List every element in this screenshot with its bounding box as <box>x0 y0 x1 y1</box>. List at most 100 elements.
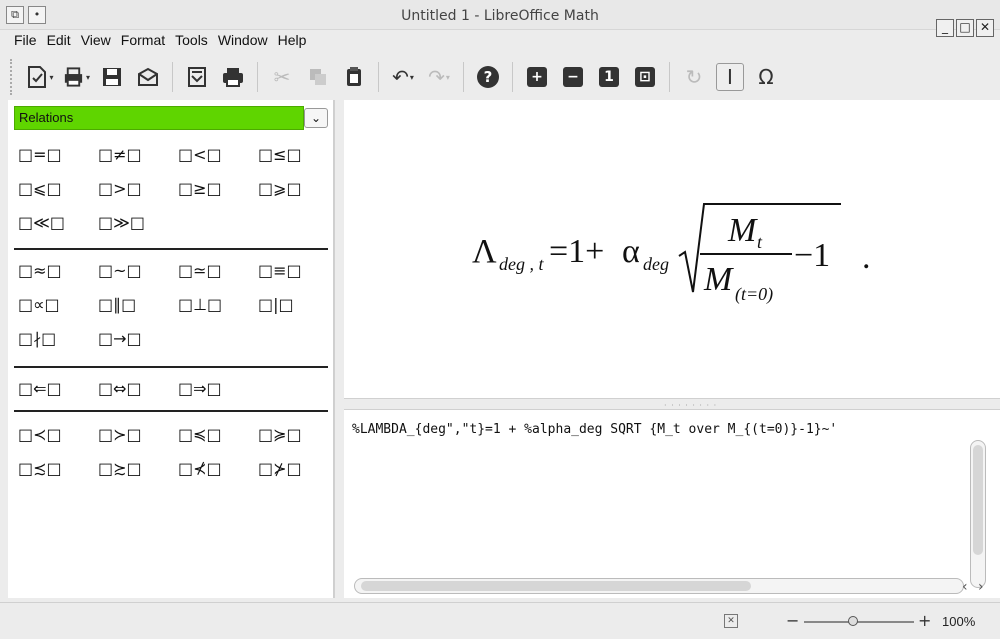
menu-view[interactable]: View <box>77 30 117 52</box>
element-proportional[interactable]: □∝□ <box>18 290 98 318</box>
view-splitter[interactable]: · · · · · · · · <box>344 398 1000 410</box>
paste-icon[interactable] <box>340 63 368 91</box>
formula-numerator: M <box>727 212 758 249</box>
element-double-left-right-arrow[interactable]: □⇔□ <box>98 374 178 402</box>
chevron-down-icon[interactable]: ⌄ <box>304 108 328 128</box>
formula-view[interactable]: Λ deg , t =1+ α deg M t M (t=0) −1 . <box>344 100 1000 398</box>
toolbar-separator <box>172 62 173 92</box>
element-double-left-arrow[interactable]: □⇐□ <box>18 374 98 402</box>
zoom-level[interactable]: 100% <box>942 614 975 629</box>
toolbar-separator <box>512 62 513 92</box>
status-bar: ✕ − + 100% <box>0 602 1000 639</box>
svg-text:?: ? <box>484 68 493 86</box>
panel-splitter[interactable] <box>334 100 344 598</box>
element-much-greater[interactable]: □≫□ <box>98 208 178 236</box>
formula-lambda: Λ <box>472 233 497 270</box>
element-toward[interactable]: □→□ <box>98 324 178 352</box>
element-equal[interactable]: □=□ <box>18 140 98 168</box>
element-not-divides[interactable]: □∤□ <box>18 324 98 352</box>
toolbar-separator <box>378 62 379 92</box>
element-orthogonal[interactable]: □⊥□ <box>178 290 258 318</box>
toolbar-separator <box>669 62 670 92</box>
scroll-left-icon[interactable]: ‹ <box>962 579 968 595</box>
element-precedes-equal[interactable]: □≼□ <box>178 420 258 448</box>
formula-equals-one-plus: =1+ <box>549 233 604 270</box>
menu-help[interactable]: Help <box>274 30 313 52</box>
element-not-equal[interactable]: □≠□ <box>98 140 178 168</box>
menu-format[interactable]: Format <box>117 30 171 52</box>
scrollbar-thumb[interactable] <box>973 445 983 555</box>
command-editor[interactable]: %LAMBDA_{deg","t}=1 + %alpha_deg SQRT {M… <box>344 410 1000 598</box>
zoom-out-button[interactable]: − <box>786 611 799 630</box>
menu-bar: File Edit View Format Tools Window Help <box>0 30 1000 52</box>
print-preview-icon[interactable]: ▾ <box>62 63 90 91</box>
vertical-scrollbar[interactable] <box>970 440 986 588</box>
element-precedes-equivalent[interactable]: □≾□ <box>18 454 98 482</box>
zoom-in-button[interactable]: + <box>918 611 931 630</box>
toolbar-grip[interactable] <box>10 59 16 95</box>
export-pdf-icon[interactable] <box>183 63 211 91</box>
save-icon[interactable] <box>98 63 126 91</box>
window-title: Untitled 1 - LibreOffice Math <box>401 8 599 24</box>
formula-denominator: M <box>703 261 734 298</box>
zoom-out-icon[interactable]: − <box>559 63 587 91</box>
element-equivalent[interactable]: □≡□ <box>258 256 338 284</box>
formula-alpha-subscript: deg <box>643 254 669 274</box>
element-double-right-arrow[interactable]: □⇒□ <box>178 374 258 402</box>
copy-icon[interactable] <box>304 63 332 91</box>
formula-lambda-subscript: deg , t <box>499 254 544 274</box>
scrollbar-thumb[interactable] <box>361 581 751 591</box>
menu-window[interactable]: Window <box>214 30 274 52</box>
toolbar-separator <box>257 62 258 92</box>
zoom-slider[interactable] <box>804 621 914 623</box>
horizontal-scrollbar[interactable] <box>354 578 964 594</box>
formula-trailing-dot: . <box>862 239 871 276</box>
element-similar[interactable]: □~□ <box>98 256 178 284</box>
symbols-icon[interactable]: Ω <box>752 63 780 91</box>
element-less-slant[interactable]: □⩽□ <box>18 174 98 202</box>
group-divider <box>14 410 328 412</box>
element-not-succeeds[interactable]: □⊁□ <box>258 454 338 482</box>
digital-signature-icon[interactable]: ✕ <box>724 614 738 628</box>
show-all-icon[interactable]: ⊡ <box>631 63 659 91</box>
element-greater-equal[interactable]: □≥□ <box>178 174 258 202</box>
menu-edit[interactable]: Edit <box>43 30 77 52</box>
element-similar-equal[interactable]: □≃□ <box>178 256 258 284</box>
element-greater-slant[interactable]: □⩾□ <box>258 174 338 202</box>
group-divider <box>14 366 328 368</box>
print-icon[interactable] <box>219 63 247 91</box>
formula-cursor-icon[interactable]: I <box>716 63 744 91</box>
element-less-equal[interactable]: □≤□ <box>258 140 338 168</box>
zoom-in-icon[interactable]: + <box>523 63 551 91</box>
element-much-less[interactable]: □≪□ <box>18 208 98 236</box>
title-bar: ⧉ • Untitled 1 - LibreOffice Math _ □ ✕ <box>0 0 1000 37</box>
element-succeeds[interactable]: □≻□ <box>98 420 178 448</box>
toolbar-separator <box>463 62 464 92</box>
element-not-precedes[interactable]: □⊀□ <box>178 454 258 482</box>
zoom-slider-handle[interactable] <box>848 616 858 626</box>
formula-render: Λ deg , t =1+ α deg M t M (t=0) −1 . <box>472 203 871 305</box>
new-document-icon[interactable]: ▾ <box>26 63 54 91</box>
scroll-right-icon[interactable]: › <box>978 579 984 595</box>
element-precedes[interactable]: □≺□ <box>18 420 98 448</box>
command-text[interactable]: %LAMBDA_{deg","t}=1 + %alpha_deg SQRT {M… <box>352 422 837 437</box>
zoom-100-icon[interactable]: 1 <box>595 63 623 91</box>
update-icon[interactable]: ↻ <box>680 63 708 91</box>
element-divides[interactable]: □|□ <box>258 290 338 318</box>
menu-tools[interactable]: Tools <box>171 30 214 52</box>
cut-icon[interactable]: ✂ <box>268 63 296 91</box>
help-icon[interactable]: ? <box>474 63 502 91</box>
group-divider <box>14 248 328 250</box>
element-succeeds-equivalent[interactable]: □≿□ <box>98 454 178 482</box>
element-greater[interactable]: □>□ <box>98 174 178 202</box>
undo-icon[interactable]: ↶ ▾ <box>389 63 417 91</box>
element-less[interactable]: □<□ <box>178 140 258 168</box>
email-icon[interactable] <box>134 63 162 91</box>
element-succeeds-equal[interactable]: □≽□ <box>258 420 338 448</box>
element-parallel[interactable]: □∥□ <box>98 290 178 318</box>
menu-file[interactable]: File <box>10 30 43 52</box>
redo-icon[interactable]: ↷ ▾ <box>425 63 453 91</box>
element-approx[interactable]: □≈□ <box>18 256 98 284</box>
category-select[interactable]: Relations <box>14 106 304 130</box>
elements-panel: Relations ⌄ □=□ □≠□ □<□ □≤□ □⩽□ □>□ □≥□ … <box>8 100 334 598</box>
